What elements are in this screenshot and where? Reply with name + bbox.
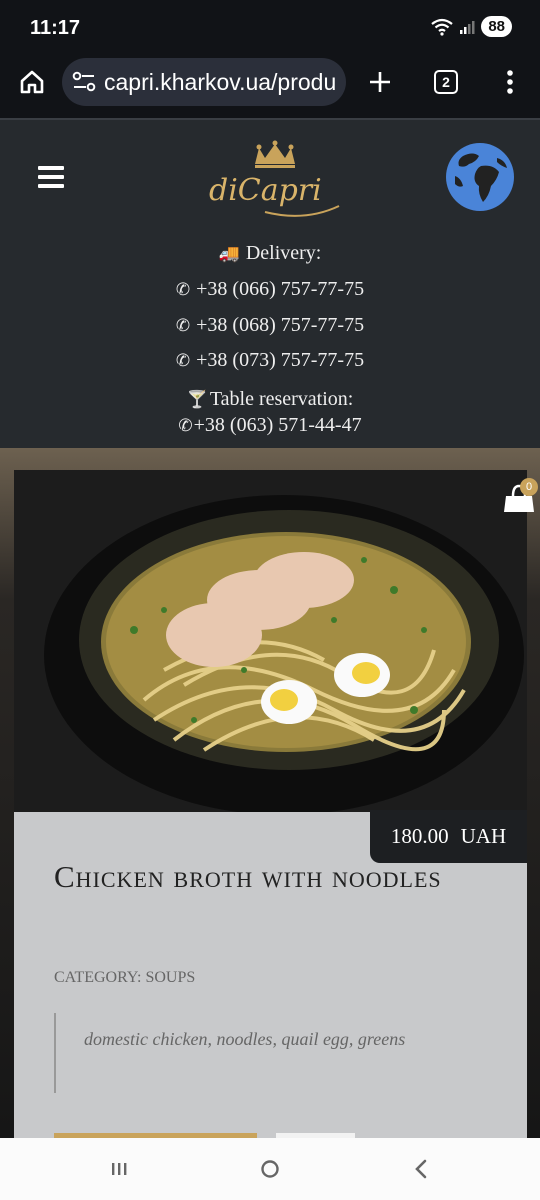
cocktail-icon: 🍸	[186, 390, 208, 409]
product-category: CATEGORY: SOUPS	[54, 969, 195, 987]
signal-icon	[460, 20, 475, 34]
hamburger-icon[interactable]	[38, 166, 64, 188]
recent-apps-icon	[112, 1163, 127, 1175]
site-info-icon[interactable]	[72, 71, 98, 93]
globe-icon[interactable]	[445, 142, 515, 212]
delivery-phone-1[interactable]: ✆ +38 (066) 757-77-75	[0, 278, 540, 301]
status-time: 11:17	[30, 17, 81, 39]
browser-toolbar: capri.kharkov.ua/produ 2	[0, 58, 540, 118]
delivery-phone-3[interactable]: ✆ +38 (073) 757-77-75	[0, 349, 540, 372]
product-image	[14, 470, 527, 812]
tab-switcher-button[interactable]: 2	[426, 62, 466, 102]
cart-count-badge: 0	[520, 478, 538, 496]
status-bar: 11:17 88	[0, 0, 540, 58]
home-nav-button[interactable]	[253, 1152, 287, 1186]
wifi-icon	[431, 18, 453, 36]
new-tab-button[interactable]	[360, 62, 400, 102]
product-title: Chicken broth with noodles	[54, 859, 442, 894]
address-bar[interactable]: capri.kharkov.ua/produ	[62, 58, 346, 106]
svg-text:diCapri: diCapri	[209, 173, 322, 208]
phone-icon: ✆	[175, 280, 191, 299]
phone-icon: ✆	[178, 416, 193, 435]
price-value: 180.00	[390, 824, 449, 848]
delivery-label: 🚚 Delivery:	[218, 242, 322, 264]
back-button[interactable]	[404, 1152, 438, 1186]
url-text: capri.kharkov.ua/produ	[104, 68, 337, 95]
reservation-label: 🍸 Table reservation:	[186, 388, 354, 410]
price-currency: UAH	[460, 824, 507, 848]
truck-icon: 🚚	[218, 244, 240, 263]
category-link[interactable]: SOUPS	[145, 969, 195, 986]
reservation-phone[interactable]: ✆+38 (063) 571-44-47	[0, 414, 540, 437]
battery-badge: 88	[481, 16, 512, 37]
plus-icon	[370, 72, 390, 92]
back-icon	[415, 1159, 427, 1179]
system-nav-bar	[0, 1138, 540, 1200]
delivery-phone-2[interactable]: ✆ +38 (068) 757-77-75	[0, 314, 540, 337]
phone-icon: ✆	[175, 316, 191, 335]
home-circle-icon	[261, 1160, 279, 1178]
browser-menu-button[interactable]	[490, 62, 530, 102]
site-header: diCapri 🚚 Delivery: ✆ +38 (066) 757-77-75 …	[0, 118, 540, 448]
status-icons: 88	[431, 16, 512, 37]
product-ingredients: domestic chicken, noodles, quail egg, gr…	[54, 1013, 434, 1093]
home-button[interactable]	[12, 62, 52, 102]
tab-count: 2	[434, 70, 458, 94]
soup-bowl-illustration	[14, 470, 527, 812]
more-vertical-icon	[507, 70, 513, 94]
recent-apps-button[interactable]	[102, 1152, 136, 1186]
category-label: CATEGORY:	[54, 969, 142, 986]
phone-icon: ✆	[175, 351, 191, 370]
dicapri-logo[interactable]: diCapri	[205, 140, 345, 222]
home-icon	[20, 70, 44, 94]
